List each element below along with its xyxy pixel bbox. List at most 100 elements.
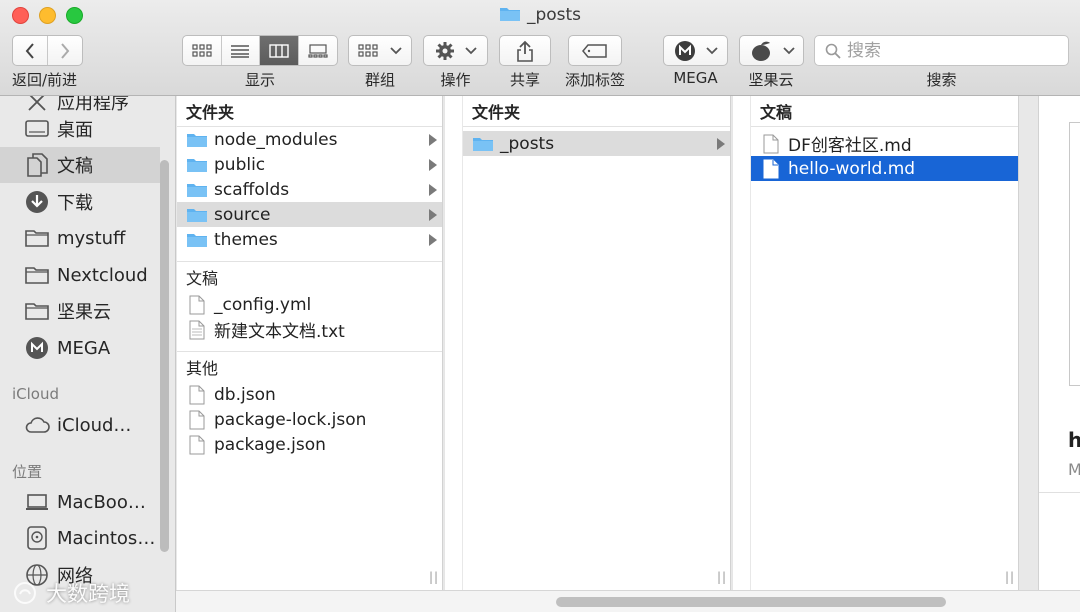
sidebar-item-label: 坚果云 bbox=[57, 302, 111, 323]
preview-kind: M bbox=[1068, 460, 1080, 479]
sidebar-item-downloads[interactable]: 下载 bbox=[0, 184, 160, 220]
mega-button[interactable] bbox=[663, 35, 728, 66]
disk-icon bbox=[24, 525, 50, 551]
column-project-root: 文件夹 node_modules public scaffolds source… bbox=[177, 96, 443, 590]
sidebar: 应用程序 桌面 文稿 下载 mystuff Nextcloud 坚果云 MEGA… bbox=[0, 96, 176, 612]
chevron-left-icon bbox=[25, 42, 34, 59]
sidebar-scrollbar[interactable] bbox=[160, 160, 169, 552]
file-row[interactable]: _config.yml bbox=[177, 292, 442, 317]
file-row[interactable]: 新建文本文档.txt bbox=[177, 317, 442, 342]
folder-name: themes bbox=[214, 229, 278, 250]
share-icon bbox=[517, 40, 533, 62]
chevron-down-icon bbox=[464, 46, 477, 54]
document-icon bbox=[760, 134, 782, 153]
sidebar-item-mega[interactable]: MEGA bbox=[0, 330, 160, 366]
file-name: db.json bbox=[214, 384, 276, 405]
locations-section-header: 位置 bbox=[12, 463, 43, 481]
view-segment bbox=[182, 35, 338, 66]
mega-icon bbox=[24, 335, 50, 361]
mega-label: MEGA bbox=[673, 69, 718, 87]
sidebar-item-icloud-drive[interactable]: iCloud… bbox=[0, 407, 160, 443]
sidebar-item-documents[interactable]: 文稿 bbox=[0, 147, 160, 183]
text-document-icon bbox=[186, 320, 208, 339]
folder-row-selected[interactable]: _posts bbox=[463, 131, 730, 156]
folder-name: public bbox=[214, 154, 266, 175]
group-header-documents: 文稿 bbox=[177, 261, 442, 292]
sidebar-item-label: Nextcloud bbox=[57, 264, 148, 286]
group-button[interactable] bbox=[348, 35, 412, 66]
sidebar-item-label: 文稿 bbox=[57, 156, 93, 177]
search-label: 搜索 bbox=[926, 71, 957, 89]
folder-row[interactable]: themes bbox=[177, 227, 442, 252]
group-header-other: 其他 bbox=[177, 351, 442, 382]
action-label: 操作 bbox=[440, 71, 471, 89]
folder-row[interactable]: public bbox=[177, 152, 442, 177]
document-icon bbox=[760, 159, 782, 178]
folder-icon bbox=[186, 231, 208, 249]
list-view-button[interactable] bbox=[222, 36, 260, 65]
folder-icon bbox=[472, 135, 494, 153]
file-row[interactable]: db.json bbox=[177, 382, 442, 407]
sidebar-item-mystuff[interactable]: mystuff bbox=[0, 220, 160, 256]
folder-name: node_modules bbox=[214, 129, 338, 150]
column-resize-handle[interactable]: || bbox=[717, 570, 727, 584]
tags-button[interactable] bbox=[568, 35, 622, 66]
sidebar-item-macintosh-hd[interactable]: Macintos… bbox=[0, 520, 160, 556]
desktop-icon bbox=[24, 116, 50, 142]
gallery-view-icon bbox=[308, 43, 328, 58]
icon-view-icon bbox=[192, 43, 212, 57]
toolbar: _posts 返回/前进 显示 群组 操作 共享 添加标签 MEGA 坚果云 搜… bbox=[0, 0, 1080, 96]
search-input[interactable] bbox=[847, 40, 1047, 61]
tag-icon bbox=[582, 43, 607, 58]
document-icon bbox=[186, 435, 208, 454]
folder-name: source bbox=[214, 204, 271, 225]
icon-view-button[interactable] bbox=[183, 36, 222, 65]
disclosure-arrow-icon bbox=[429, 159, 437, 171]
folder-name: scaffolds bbox=[214, 179, 290, 200]
search-field[interactable] bbox=[814, 35, 1069, 66]
preview-divider bbox=[1039, 492, 1080, 493]
column-resize-handle[interactable]: || bbox=[1005, 570, 1015, 584]
sidebar-item-macbook[interactable]: MacBoo… bbox=[0, 484, 160, 520]
action-button[interactable] bbox=[423, 35, 488, 66]
tags-label: 添加标签 bbox=[564, 71, 625, 89]
folder-row[interactable]: scaffolds bbox=[177, 177, 442, 202]
nut-icon bbox=[751, 41, 770, 61]
document-icon bbox=[186, 410, 208, 429]
share-button[interactable] bbox=[499, 35, 551, 66]
file-row[interactable]: DF创客社区.md bbox=[751, 131, 1018, 156]
file-row-selected[interactable]: hello-world.md bbox=[751, 156, 1018, 181]
column-resize-handle[interactable]: || bbox=[429, 570, 439, 584]
file-name: package-lock.json bbox=[214, 409, 367, 430]
folder-icon bbox=[186, 181, 208, 199]
icloud-section-header: iCloud bbox=[12, 385, 60, 403]
watermark-logo-icon bbox=[14, 582, 36, 604]
cloud-icon bbox=[24, 412, 50, 438]
gallery-view-button[interactable] bbox=[299, 36, 337, 65]
folder-row-selected[interactable]: source bbox=[177, 202, 442, 227]
folder-icon bbox=[186, 131, 208, 149]
column-view-button[interactable] bbox=[260, 36, 299, 65]
sidebar-item-desktop[interactable]: 桌面 bbox=[0, 111, 160, 147]
file-name: hello-world.md bbox=[788, 158, 916, 179]
file-row[interactable]: package.json bbox=[177, 432, 442, 457]
back-button[interactable] bbox=[13, 36, 48, 65]
horizontal-scrollbar[interactable] bbox=[556, 597, 946, 607]
file-row[interactable]: package-lock.json bbox=[177, 407, 442, 432]
sidebar-item-nextcloud[interactable]: Nextcloud bbox=[0, 257, 160, 293]
chevron-down-icon bbox=[390, 46, 402, 54]
sidebar-item-jianguoyun[interactable]: 坚果云 bbox=[0, 293, 160, 329]
jianguoyun-label: 坚果云 bbox=[748, 71, 794, 89]
folder-icon bbox=[24, 225, 50, 251]
column-view-icon bbox=[269, 43, 289, 58]
search-icon bbox=[825, 43, 841, 59]
jianguoyun-button[interactable] bbox=[739, 35, 804, 66]
forward-button[interactable] bbox=[48, 36, 83, 65]
bottom-bar bbox=[176, 590, 1080, 612]
folder-name: _posts bbox=[500, 133, 555, 154]
folder-row[interactable]: node_modules bbox=[177, 127, 442, 152]
mega-icon bbox=[674, 40, 695, 61]
watermark-text: 大数跨境 bbox=[46, 582, 130, 606]
downloads-icon bbox=[24, 189, 50, 215]
window-title-text: _posts bbox=[526, 5, 582, 25]
